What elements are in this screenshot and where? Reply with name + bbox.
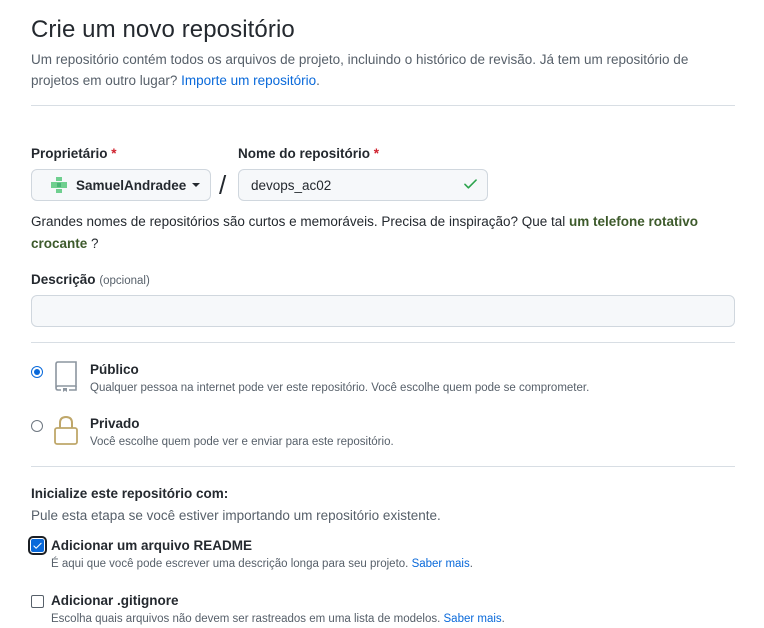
gitignore-help-period: .: [501, 613, 505, 625]
page-title: Crie um novo repositório: [31, 16, 295, 43]
readme-checkbox[interactable]: [28, 536, 47, 555]
page-subtitle-text: Um repositório contém todos os arquivos …: [31, 52, 689, 88]
repo-name-hint: Grandes nomes de repositórios são curtos…: [31, 211, 731, 255]
readme-label[interactable]: Adicionar um arquivo README: [51, 538, 252, 553]
gitignore-help-text: Escolha quais arquivos não devem ser ras…: [51, 613, 441, 625]
private-radio[interactable]: [31, 420, 43, 432]
check-icon: [464, 179, 477, 189]
public-radio[interactable]: [31, 366, 43, 378]
caret-down-icon: [192, 183, 201, 187]
repo-name-input[interactable]: [238, 169, 488, 201]
lock-icon: [54, 415, 78, 445]
description-label-text: Descrição: [31, 272, 96, 287]
description-optional-note: (opcional): [99, 275, 150, 287]
private-option-subtitle: Você escolhe quem pode ver e enviar para…: [90, 436, 394, 448]
repo-name-label: Nome do repositório *: [238, 146, 379, 161]
initialize-subtitle: Pule esta etapa se você estiver importan…: [31, 508, 441, 523]
owner-avatar-icon: [51, 177, 67, 193]
description-input[interactable]: [31, 295, 735, 327]
owner-dropdown-button[interactable]: SamuelAndradee: [31, 169, 211, 201]
description-label: Descrição (opcional): [31, 272, 150, 287]
hint-text: Grandes nomes de repositórios são curtos…: [31, 214, 566, 229]
divider: [31, 342, 735, 343]
owner-repo-separator: /: [219, 170, 227, 200]
readme-learn-more-link[interactable]: Saber mais: [412, 558, 470, 570]
divider: [31, 105, 735, 106]
import-repository-link[interactable]: Importe um repositório: [181, 73, 316, 88]
owner-required-mark: *: [111, 146, 117, 161]
repo-name-label-text: Nome do repositório: [238, 146, 371, 161]
public-option-subtitle: Qualquer pessoa na internet pode ver est…: [90, 382, 590, 394]
readme-help-period: .: [469, 558, 473, 570]
divider: [31, 466, 735, 467]
hint-suffix: ?: [87, 236, 99, 251]
repo-book-icon: [55, 361, 77, 392]
owner-label: Proprietário *: [31, 146, 117, 161]
page-subtitle: Um repositório contém todos os arquivos …: [31, 49, 731, 91]
owner-label-text: Proprietário: [31, 146, 108, 161]
readme-help: É aqui que você pode escrever uma descri…: [51, 558, 473, 570]
gitignore-help: Escolha quais arquivos não devem ser ras…: [51, 613, 505, 625]
initialize-title: Inicialize este repositório com:: [31, 486, 229, 501]
readme-help-text: É aqui que você pode escrever uma descri…: [51, 558, 409, 570]
repo-name-required-mark: *: [373, 146, 380, 161]
private-option-title: Privado: [90, 416, 140, 431]
public-option-title: Público: [90, 362, 139, 377]
gitignore-label[interactable]: Adicionar .gitignore: [51, 593, 179, 608]
import-link-suffix: .: [316, 73, 320, 88]
gitignore-learn-more-link[interactable]: Saber mais: [444, 613, 502, 625]
gitignore-checkbox[interactable]: [31, 595, 44, 608]
owner-name: SamuelAndradee: [76, 177, 187, 193]
checkmark-icon: [33, 542, 42, 549]
